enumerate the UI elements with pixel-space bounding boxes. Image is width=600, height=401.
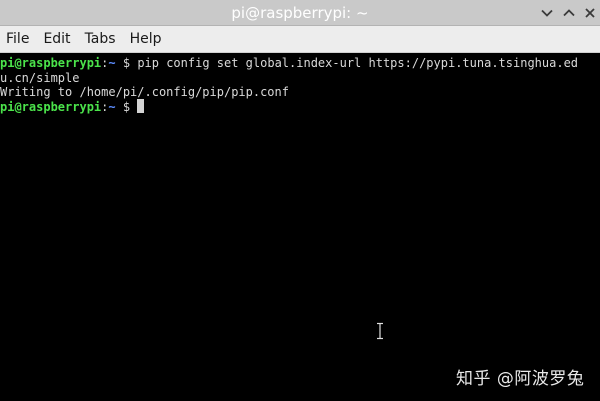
terminal-line-1: pi@raspberrypi:~ $ pip config set global… [0,55,578,71]
close-button[interactable] [581,4,599,22]
menu-tabs[interactable]: Tabs [78,26,123,52]
chevron-down-icon [541,9,553,17]
window-title: pi@raspberrypi: ~ [231,4,369,22]
title-bar[interactable]: pi@raspberrypi: ~ [0,0,600,26]
menu-help[interactable]: Help [123,26,169,52]
prompt-path: ~ [108,56,116,70]
terminal-output[interactable]: pi@raspberrypi:~ $ pip config set global… [0,53,600,401]
prompt-path: ~ [108,100,116,114]
close-icon [585,8,595,18]
maximize-button[interactable] [560,4,578,22]
ibeam-cursor-icon [377,322,383,340]
terminal-line-3: Writing to /home/pi/.config/pip/pip.conf [0,85,289,99]
prompt-sign: $ [115,56,138,70]
terminal-window: pi@raspberrypi: ~ File Edit Tabs Help pi… [0,0,600,401]
command-text: pip config set global.index-url https://… [137,56,579,70]
prompt-sign: $ [115,100,138,114]
chevron-up-icon [563,9,575,17]
terminal-line-4: pi@raspberrypi:~ $ [0,99,145,115]
watermark: 知乎 @阿波罗兔 [456,369,585,389]
menu-file[interactable]: File [0,26,36,52]
minimize-button[interactable] [538,4,556,22]
menu-bar: File Edit Tabs Help [0,26,600,53]
text-cursor [137,99,145,113]
menu-edit[interactable]: Edit [36,26,77,52]
prompt-user: pi@raspberrypi [0,100,102,114]
prompt-user: pi@raspberrypi [0,56,102,70]
